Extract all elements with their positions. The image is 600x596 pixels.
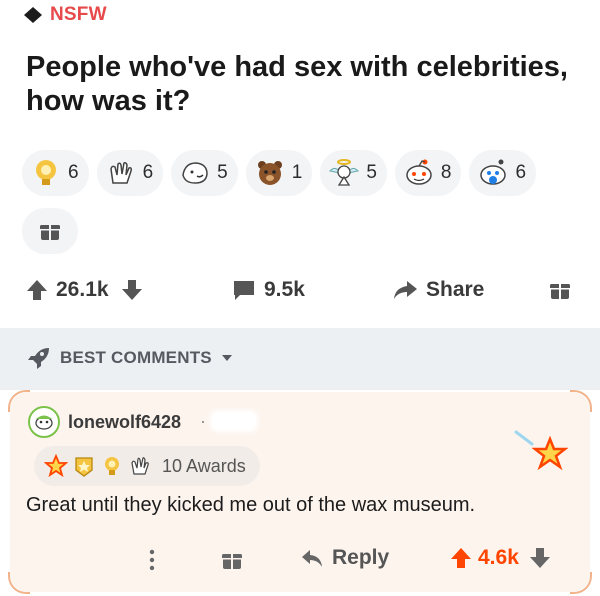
reply-arrow-icon (302, 550, 322, 567)
bear-award-icon (257, 161, 282, 185)
award-count: 6 (515, 162, 527, 183)
awards-row: 6 6 5 1 5 8 6 (22, 150, 537, 196)
award-count: 1 (291, 162, 303, 183)
comment-action-bar: Reply 4.6k (10, 540, 590, 580)
gold-badge-award-icon (75, 457, 93, 477)
snoo-avatar-icon (35, 415, 53, 430)
upvote-arrow-icon[interactable] (26, 278, 48, 302)
award-count: 5 (217, 162, 228, 183)
nsfw-label: NSFW (50, 4, 107, 25)
post-action-bar: 26.1k 9.5k Share (0, 268, 600, 318)
clapping-hands-award-icon (109, 162, 132, 184)
comment-bubble-icon (234, 281, 254, 300)
gift-icon[interactable] (220, 548, 244, 572)
share-label: Share (426, 278, 485, 301)
star-award-icon (44, 454, 68, 478)
award-count: 5 (366, 162, 377, 183)
downvote-arrow-icon[interactable] (529, 546, 551, 570)
reply-label: Reply (332, 546, 390, 569)
comment-awards-pill[interactable]: 10 Awards (34, 446, 260, 486)
give-award-button[interactable] (22, 208, 78, 254)
clapping-hands-award-icon (131, 457, 149, 475)
award-count: 6 (68, 162, 79, 183)
comment-card: lonewolf6428 · 10 Awards Great until the… (8, 390, 592, 594)
gold-trophy-award-icon (36, 160, 56, 185)
snoo-hug-award-icon (480, 159, 507, 185)
reply-button[interactable]: Reply (300, 546, 389, 570)
gift-icon (40, 225, 60, 240)
award-pill[interactable]: 6 (469, 150, 537, 196)
comment-sort-bar: BEST COMMENTS (0, 328, 600, 390)
award-sparkle-icon (514, 430, 534, 446)
meta-separator: · (200, 411, 206, 431)
more-options-icon[interactable] (148, 548, 156, 572)
award-pill[interactable]: 6 (96, 150, 164, 196)
award-count: 6 (142, 162, 154, 183)
comment-count: 9.5k (264, 278, 305, 301)
award-pill[interactable]: 1 (245, 150, 313, 196)
award-pill[interactable]: 5 (171, 150, 238, 196)
comment-sort-dropdown[interactable]: BEST COMMENTS (26, 346, 234, 370)
downvote-arrow-icon[interactable] (121, 278, 143, 302)
nsfw-diamond-icon (24, 7, 42, 23)
premium-award-icon (532, 436, 568, 471)
highlight-corner (8, 390, 30, 412)
caret-down-icon (221, 355, 232, 361)
upvote-arrow-icon[interactable] (450, 546, 472, 570)
post-title: People who've had sex with celebrities, … (26, 51, 568, 117)
rocket-icon (28, 348, 49, 369)
sort-label: BEST COMMENTS (60, 348, 212, 367)
award-pill[interactable]: 6 (22, 150, 89, 196)
award-pill[interactable]: 8 (394, 150, 462, 196)
comments-button[interactable]: 9.5k (232, 278, 305, 302)
share-arrow-icon (394, 281, 417, 299)
award-count: 8 (440, 162, 452, 183)
awards-count: 10 Awards (162, 455, 246, 476)
angel-award-icon (329, 159, 360, 186)
gold-trophy-award-icon (105, 457, 119, 475)
comment-score: 4.6k (478, 546, 519, 569)
snoo-face-award-icon (406, 159, 432, 185)
gift-icon (550, 284, 570, 299)
face-award-icon (182, 162, 208, 184)
share-button[interactable]: Share (392, 278, 484, 302)
award-pill[interactable]: 5 (320, 150, 387, 196)
comment-vote-group: 4.6k (450, 546, 551, 570)
gift-button[interactable] (548, 278, 572, 302)
redacted-timestamp (210, 410, 258, 432)
vote-group: 26.1k (26, 278, 143, 302)
nsfw-tag: NSFW (22, 4, 107, 26)
comment-username[interactable]: lonewolf6428 (68, 412, 181, 433)
comment-body: Great until they kicked me out of the wa… (26, 494, 476, 516)
upvote-count: 26.1k (56, 278, 109, 301)
avatar[interactable] (28, 406, 60, 438)
highlight-corner (570, 390, 592, 412)
